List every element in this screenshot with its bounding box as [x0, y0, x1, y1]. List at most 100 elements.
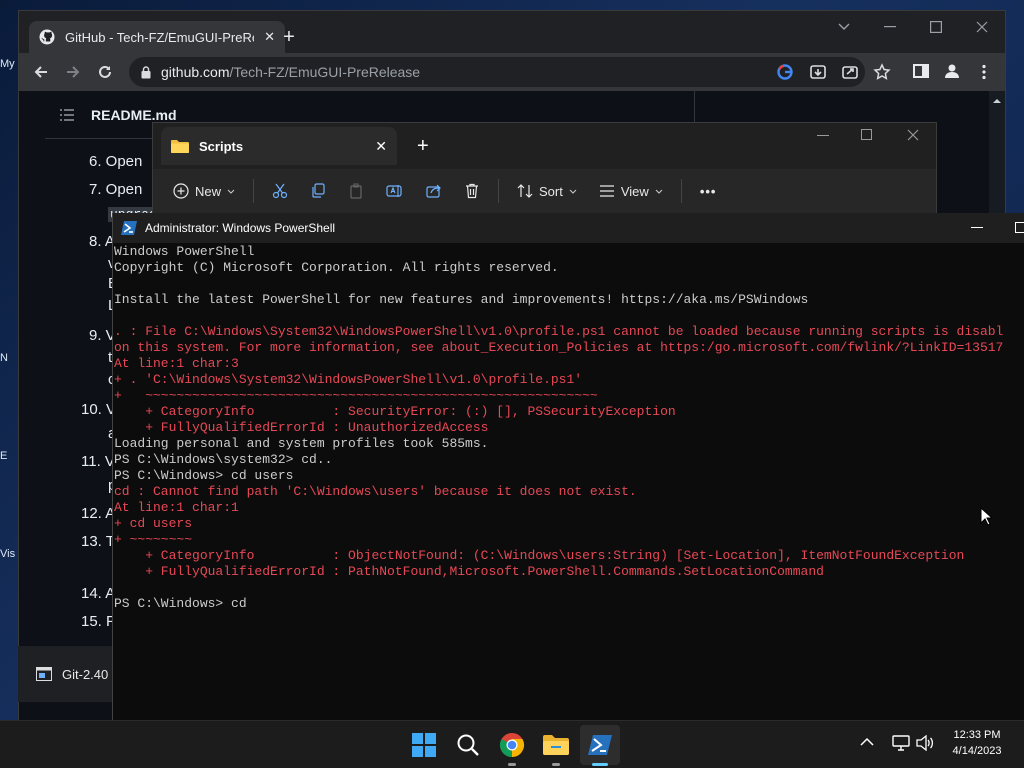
console-line: Copyright (C) Microsoft Corporation. All… — [114, 260, 559, 275]
cut-icon[interactable] — [264, 175, 296, 207]
console-line: At line:1 char:3 — [114, 356, 239, 371]
console-line: + ~~~~~~~~ — [114, 532, 193, 547]
start-button[interactable] — [404, 721, 444, 768]
show-hidden-icons-chevron-icon[interactable] — [860, 737, 874, 747]
view-label: View — [620, 183, 649, 199]
chrome-taskbar-icon[interactable] — [492, 721, 532, 768]
side-panel-icon[interactable] — [913, 63, 929, 79]
desktop-icon-label[interactable]: My — [0, 58, 18, 70]
powershell-taskbar-icon[interactable] — [580, 725, 620, 765]
browser-tab[interactable]: GitHub - Tech-FZ/EmuGUI-PreRe ✕ — [29, 21, 285, 53]
desktop-icon-label[interactable]: Vis — [0, 548, 18, 560]
readme-list-item: 15. F — [81, 613, 116, 630]
share-icon[interactable] — [418, 175, 450, 207]
console-line: + cd users — [114, 516, 193, 531]
google-lens-icon[interactable] — [777, 64, 793, 80]
running-indicator — [552, 763, 560, 766]
search-button[interactable] — [448, 721, 488, 768]
console-line: . : File C:\Windows\System32\WindowsPowe… — [114, 324, 1004, 339]
tab-close-icon[interactable]: ✕ — [264, 29, 275, 45]
readme-list-item: 8. A — [89, 233, 115, 250]
url-host: github.com — [161, 64, 230, 80]
rename-icon[interactable] — [378, 175, 412, 207]
github-icon — [39, 29, 55, 45]
new-button[interactable]: New — [165, 175, 243, 207]
explorer-maximize-button[interactable] — [861, 129, 873, 141]
console-line: Loading personal and system profiles too… — [114, 436, 489, 451]
system-clock[interactable]: 12:33 PM 4/14/2023 — [934, 727, 1020, 759]
tab-search-icon[interactable] — [821, 11, 867, 43]
powershell-window: Administrator: Windows PowerShell Window… — [112, 213, 1024, 720]
console-line: At line:1 char:1 — [114, 500, 239, 515]
console-line: PS C:\Windows> cd — [114, 596, 247, 611]
copy-icon[interactable] — [302, 175, 334, 207]
sort-button[interactable]: Sort — [509, 175, 585, 207]
git-installer-label: Git-2.40 — [62, 666, 109, 682]
desktop-icon-label[interactable]: E — [0, 450, 18, 462]
tab-strip: GitHub - Tech-FZ/EmuGUI-PreRe ✕ + — [19, 11, 1005, 53]
file-explorer-taskbar-icon[interactable] — [536, 721, 576, 768]
minimize-button[interactable] — [867, 11, 913, 43]
powershell-titlebar[interactable]: Administrator: Windows PowerShell — [113, 213, 1024, 243]
console-line: + FullyQualifiedErrorId : PathNotFound,M… — [114, 564, 824, 579]
console-line: PS C:\Windows> cd users — [114, 468, 294, 483]
desktop-icon-label[interactable]: N — [0, 352, 18, 364]
forward-button[interactable] — [57, 56, 89, 88]
console-output[interactable]: Windows PowerShell Copyright (C) Microsof… — [113, 243, 1024, 720]
explorer-new-tab-button[interactable]: + — [417, 135, 429, 158]
readme-list-item: 12. A — [81, 505, 116, 522]
explorer-tab[interactable]: Scripts ✕ — [161, 127, 397, 165]
volume-icon[interactable] — [916, 735, 934, 751]
readme-list-item: 14. A — [81, 585, 116, 602]
explorer-minimize-button[interactable] — [817, 129, 829, 143]
tab-title: GitHub - Tech-FZ/EmuGUI-PreRe — [65, 29, 255, 45]
mouse-cursor-icon — [980, 507, 992, 526]
new-tab-button[interactable]: + — [277, 25, 301, 49]
file-explorer-window: Scripts ✕ + New Sort View ••• — [152, 122, 937, 214]
git-installer-taskbar-preview[interactable]: Git-2.40 — [18, 646, 112, 702]
menu-kebab-icon[interactable] — [975, 63, 993, 81]
explorer-command-bar: New Sort View ••• — [153, 169, 936, 213]
powershell-maximize-button[interactable] — [1015, 222, 1024, 233]
bookmark-star-icon[interactable] — [873, 63, 891, 81]
readme-list-item: 6. Open — [89, 153, 143, 170]
powershell-icon — [121, 221, 137, 235]
explorer-close-button[interactable] — [907, 129, 919, 141]
address-bar[interactable]: github.com/Tech-FZ/EmuGUI-PreRelease — [129, 57, 865, 87]
reload-button[interactable] — [89, 56, 121, 88]
clock-time: 12:33 PM — [953, 729, 1001, 741]
lock-icon[interactable] — [141, 65, 151, 79]
installer-icon — [36, 667, 52, 681]
outline-menu-icon[interactable] — [59, 108, 75, 122]
console-line: + ~~~~~~~~~~~~~~~~~~~~~~~~~~~~~~~~~~~~~~… — [114, 388, 598, 403]
console-line: PS C:\Windows\system32> cd.. — [114, 452, 333, 467]
view-button[interactable]: View — [591, 175, 671, 207]
console-line: Install the latest PowerShell for new fe… — [114, 292, 809, 307]
console-line: + . 'C:\Windows\System32\WindowsPowerShe… — [114, 372, 583, 387]
console-line: cd : Cannot find path 'C:\Windows\users'… — [114, 484, 637, 499]
install-app-icon[interactable] — [809, 63, 827, 81]
network-icon[interactable] — [892, 735, 910, 751]
console-line: Windows PowerShell — [114, 244, 255, 259]
separator — [253, 179, 255, 203]
new-label: New — [195, 183, 222, 199]
maximize-button[interactable] — [913, 11, 959, 43]
powershell-title: Administrator: Windows PowerShell — [145, 221, 336, 235]
readme-list-item: 10. V — [81, 401, 117, 418]
delete-icon[interactable] — [456, 175, 488, 207]
profile-icon[interactable] — [943, 62, 961, 80]
back-button[interactable] — [25, 56, 57, 88]
close-button[interactable] — [959, 11, 1005, 43]
share-icon[interactable] — [841, 63, 859, 81]
paste-icon[interactable] — [340, 175, 372, 207]
readme-list-item: 11. V — [81, 453, 115, 470]
folder-icon — [171, 139, 189, 153]
more-options-button[interactable]: ••• — [692, 175, 725, 207]
readme-list-item: 7. Open — [89, 181, 143, 198]
explorer-tab-close-icon[interactable]: ✕ — [375, 138, 387, 155]
powershell-minimize-button[interactable] — [971, 227, 983, 229]
console-line: + CategoryInfo : ObjectNotFound: (C:\Win… — [114, 548, 965, 563]
